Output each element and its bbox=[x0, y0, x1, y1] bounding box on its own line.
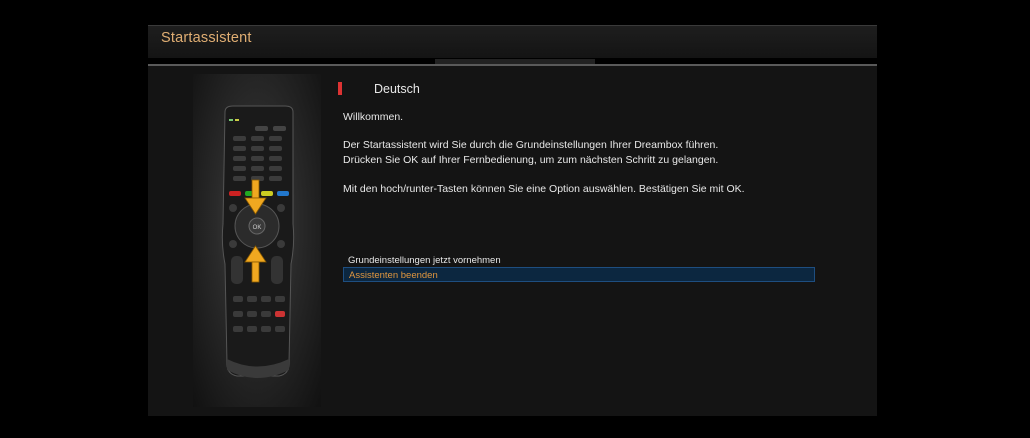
option-exit-wizard[interactable]: Assistenten beenden bbox=[343, 267, 815, 282]
title-bar: Startassistent bbox=[148, 25, 877, 65]
instruction-line-1: Der Startassistent wird Sie durch die Gr… bbox=[343, 139, 719, 151]
remote-control-icon: OK bbox=[221, 105, 295, 378]
ok-key-label: OK bbox=[253, 225, 262, 231]
instruction-line-2: Drücken Sie OK auf Ihrer Fernbedienung, … bbox=[343, 154, 719, 166]
welcome-text: Willkommen. bbox=[343, 111, 404, 123]
main-panel: OK Deutsch Willkommen. Der Startassisten… bbox=[148, 66, 877, 416]
language-marker bbox=[338, 82, 342, 95]
instruction-line-3: Mit den hoch/runter-Tasten können Sie ei… bbox=[343, 183, 745, 195]
window-title: Startassistent bbox=[161, 30, 252, 46]
remote-control-image: OK bbox=[193, 74, 321, 407]
option-setup-now[interactable]: Grundeinstellungen jetzt vornehmen bbox=[343, 253, 815, 268]
language-label: Deutsch bbox=[374, 82, 420, 96]
